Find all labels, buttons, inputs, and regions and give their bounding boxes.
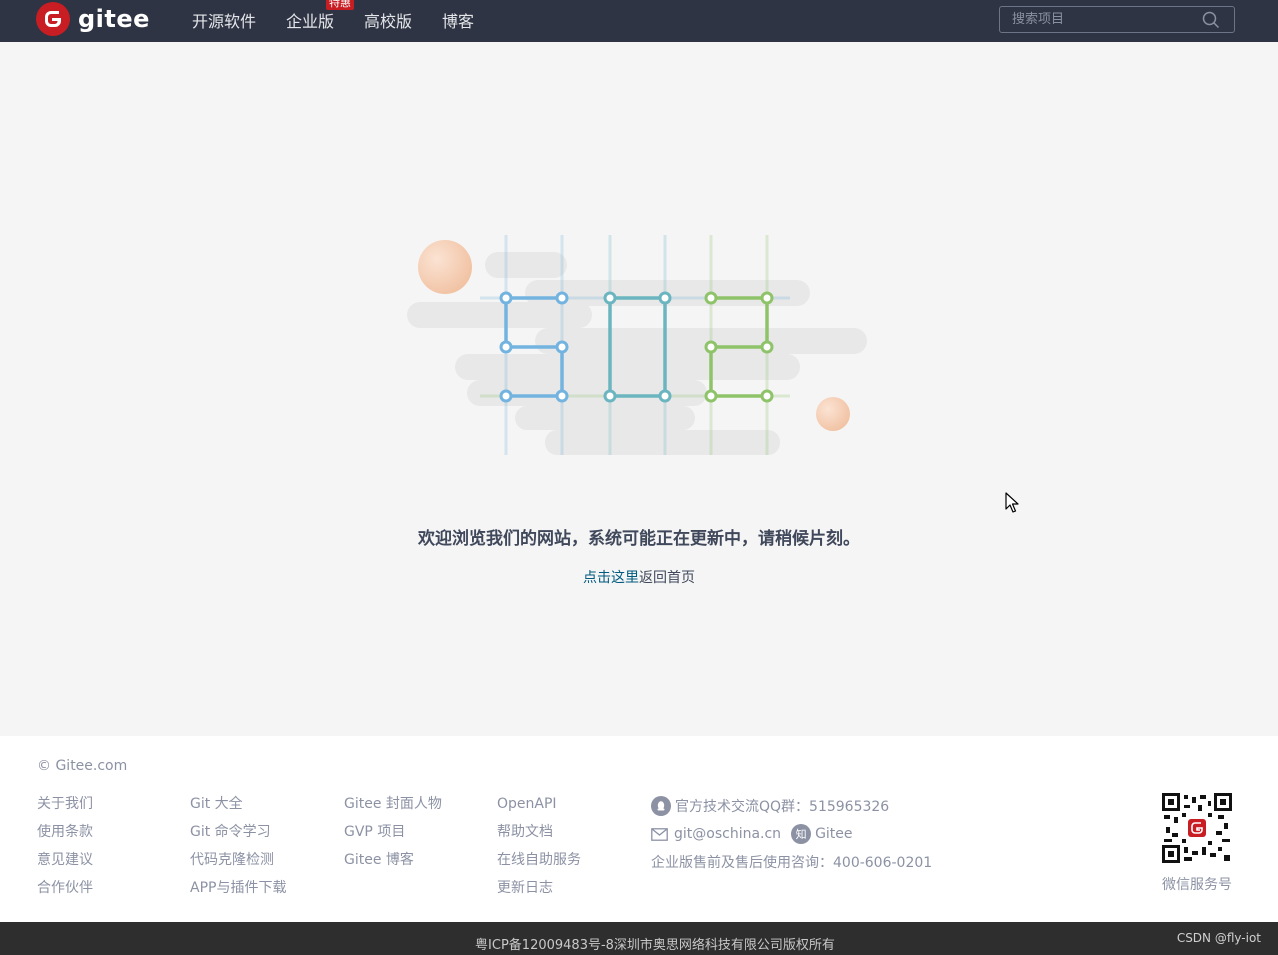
email-row: git@oschina.cn 知 Gitee [651, 820, 932, 848]
footer-link[interactable]: 使用条款 [37, 822, 93, 850]
footer-link[interactable]: 代码克隆检测 [190, 850, 286, 878]
footer-col-about: 关于我们 使用条款 意见建议 合作伙伴 [37, 794, 93, 906]
footer-link[interactable]: GVP 项目 [344, 822, 442, 850]
footer-col-gitee: Gitee 封面人物 GVP 项目 Gitee 博客 [344, 794, 442, 878]
zhihu-link[interactable]: Gitee [815, 826, 852, 842]
icp-license[interactable]: 粤ICP备12009483号-8深圳市奥思网络科技有限公司版权所有 [0, 934, 1278, 953]
copyright: © Gitee.com [37, 758, 128, 774]
nav-blog[interactable]: 博客 [442, 8, 474, 32]
nav-open-source[interactable]: 开源软件 [192, 8, 256, 32]
gitee-logo-text: gitee [78, 5, 150, 33]
footer-link[interactable]: 意见建议 [37, 850, 93, 878]
footer-link[interactable]: Gitee 封面人物 [344, 794, 442, 822]
csdn-watermark: CSDN @fly-iot [1176, 931, 1261, 945]
footer-link[interactable]: 帮助文档 [497, 822, 581, 850]
footer-link[interactable]: OpenAPI [497, 794, 581, 822]
nav-enterprise-label: 企业版 [286, 12, 335, 31]
back-home-text: 返回首页 [639, 570, 695, 586]
search-icon[interactable] [1202, 11, 1220, 33]
qr-label: 微信服务号 [1162, 877, 1232, 893]
qq-group-text: 官方技术交流QQ群：515965326 [675, 799, 890, 815]
qq-group-row: 官方技术交流QQ群：515965326 [651, 792, 932, 820]
footer-link[interactable]: 在线自助服务 [497, 850, 581, 878]
nav-enterprise[interactable]: 企业版 特惠 [286, 0, 355, 32]
gitee-logo-icon [36, 2, 70, 36]
back-home-link[interactable]: 点击这里 [583, 570, 639, 586]
footer-link[interactable]: APP与插件下载 [190, 878, 286, 906]
promo-badge: 特惠 [326, 0, 355, 10]
nav-education[interactable]: 高校版 [364, 8, 412, 32]
footer-link[interactable]: Gitee 博客 [344, 850, 442, 878]
footer-link[interactable]: Git 命令学习 [190, 822, 286, 850]
back-home: 点击这里返回首页 [0, 567, 1278, 587]
hotline-row: 企业版售前及售后使用咨询：400-606-0201 [651, 848, 932, 876]
footer-contact: 官方技术交流QQ群：515965326 git@oschina.cn 知 Git… [651, 792, 932, 876]
maintenance-message: 欢迎浏览我们的网站，系统可能正在更新中，请稍候片刻。 [418, 529, 860, 549]
wechat-qr-code [1162, 793, 1232, 863]
search-box [999, 6, 1235, 33]
site-footer: © Gitee.com 关于我们 使用条款 意见建议 合作伙伴 Git 大全 G… [0, 736, 1278, 922]
footer-link[interactable]: 更新日志 [497, 878, 581, 906]
gitee-logo[interactable]: gitee [36, 2, 150, 36]
footer-col-git: Git 大全 Git 命令学习 代码克隆检测 APP与插件下载 [190, 794, 286, 906]
email-link[interactable]: git@oschina.cn [674, 826, 781, 842]
main-nav: 开源软件 企业版 特惠 高校版 博客 [192, 0, 504, 40]
search-input[interactable] [1000, 7, 1200, 32]
footer-link[interactable]: Git 大全 [190, 794, 286, 822]
footer-link[interactable]: 关于我们 [37, 794, 93, 822]
qq-icon [651, 796, 671, 816]
mail-icon [651, 827, 668, 841]
top-header: gitee 开源软件 企业版 特惠 高校版 博客 [0, 0, 1278, 42]
mouse-cursor-icon [1005, 492, 1019, 518]
hotline-text: 企业版售前及售后使用咨询：400-606-0201 [651, 855, 933, 871]
zhihu-icon: 知 [791, 824, 812, 844]
footer-link[interactable]: 合作伙伴 [37, 878, 93, 906]
error-illustration [405, 230, 870, 460]
footer-col-help: OpenAPI 帮助文档 在线自助服务 更新日志 [497, 794, 581, 906]
footer-bottom-bar: 粤ICP备12009483号-8深圳市奥思网络科技有限公司版权所有 CSDN @… [0, 922, 1278, 955]
